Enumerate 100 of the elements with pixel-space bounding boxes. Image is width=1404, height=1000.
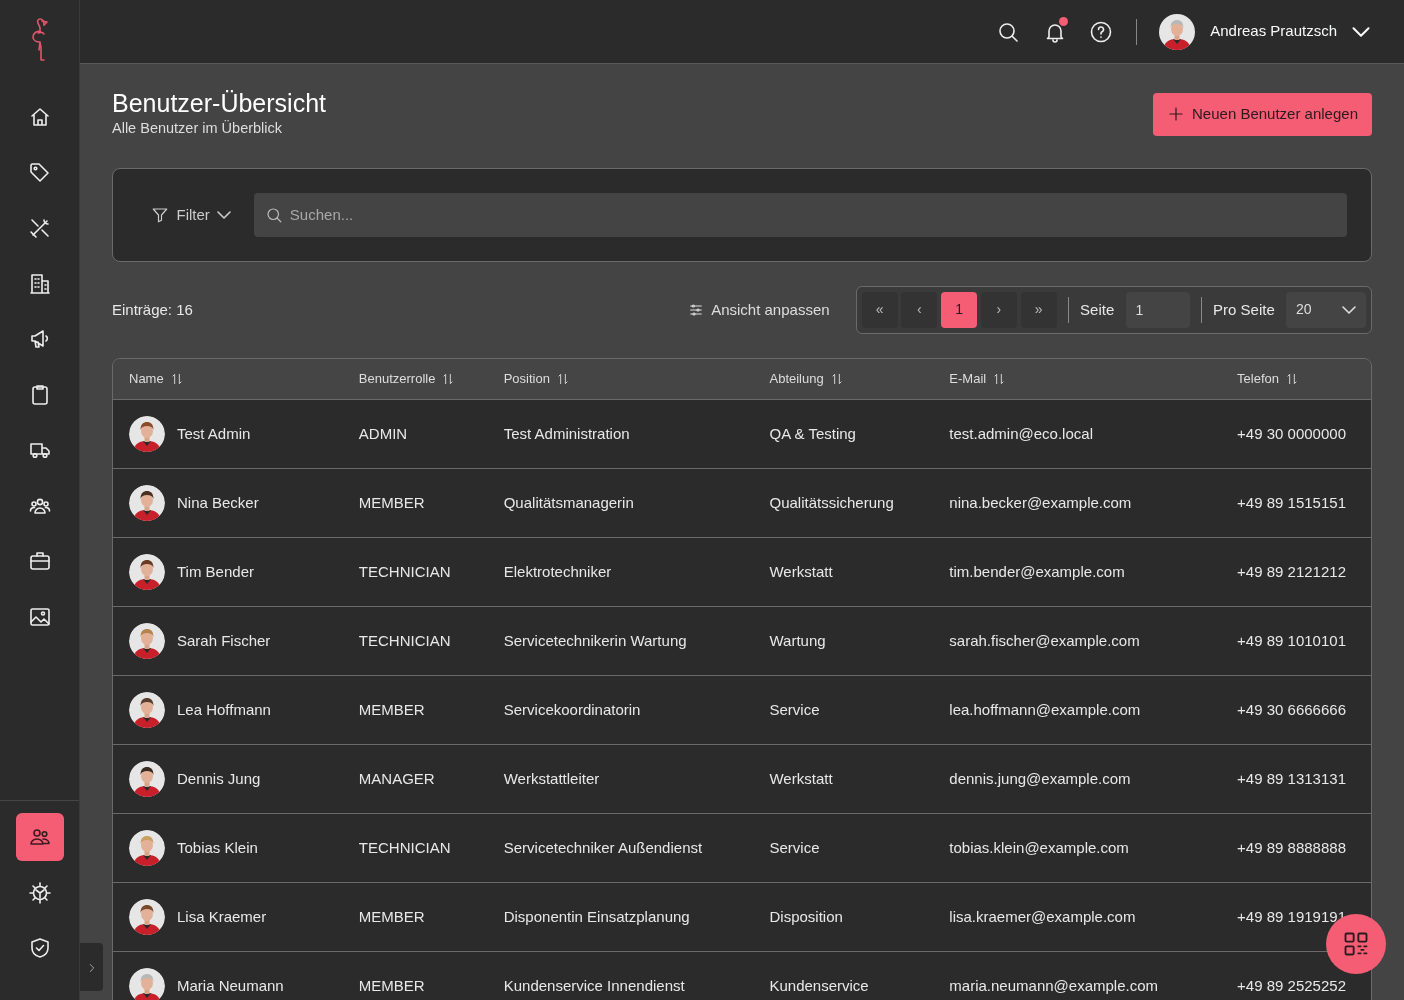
page-input[interactable]: 1 xyxy=(1125,291,1190,328)
user-role: MEMBER xyxy=(357,699,426,720)
user-department: Disposition xyxy=(768,906,844,927)
user-name: Tim Bender xyxy=(177,561,254,582)
page-button[interactable]: » xyxy=(1020,291,1057,328)
table-row[interactable]: Maria Neumann MEMBER Kundenservice Innendienst Kundenservice maria.neumann@example.com +49 89 2525252 xyxy=(113,951,1371,1000)
page-label: Seite xyxy=(1080,299,1115,320)
tag-icon xyxy=(27,160,52,185)
per-page-select[interactable]: 20 xyxy=(1286,291,1366,328)
table-row[interactable]: Tim Bender TECHNICIAN Elektrotechniker Werkstatt tim.bender@example.com +49 89 2121212 xyxy=(113,537,1371,607)
page-button[interactable]: « xyxy=(861,291,898,328)
user-name: Lea Hoffmann xyxy=(177,699,271,720)
sort-icon xyxy=(555,371,570,386)
user-phone: +49 89 2525252 xyxy=(1236,975,1347,996)
briefcase-icon xyxy=(27,549,52,573)
help-icon xyxy=(1089,19,1114,44)
user-phone: +49 89 8888888 xyxy=(1236,837,1347,858)
settings-icon xyxy=(27,880,52,905)
user-name: Dennis Jung xyxy=(177,768,261,789)
sliders-icon xyxy=(687,301,704,318)
customize-view-button[interactable]: Ansicht anpassen xyxy=(687,298,830,321)
user-position: Werkstattleiter xyxy=(502,768,601,789)
user-email: tobias.klein@example.com xyxy=(948,837,1130,858)
filter-icon xyxy=(151,205,169,224)
column-header[interactable]: Abteilung xyxy=(753,369,934,389)
user-department: Wartung xyxy=(768,630,827,651)
page-button[interactable]: ‹ xyxy=(901,291,938,328)
table-row[interactable]: Test Admin ADMIN Test Administration QA & Testing test.admin@eco.local +49 30 0000000 xyxy=(113,399,1371,469)
user-menu[interactable]: Andreas Prautzsch xyxy=(1159,13,1370,50)
new-user-button[interactable]: Neuen Benutzer anlegen xyxy=(1152,93,1372,136)
column-header[interactable]: Name xyxy=(113,369,343,389)
user-name: Nina Becker xyxy=(177,492,259,513)
column-header[interactable]: Benutzerrolle xyxy=(342,369,488,389)
user-phone: +49 89 1010101 xyxy=(1236,630,1347,651)
user-name: Test Admin xyxy=(177,423,251,444)
search-icon xyxy=(264,205,283,224)
user-department: Service xyxy=(768,837,821,858)
user-email: sarah.fischer@example.com xyxy=(948,630,1141,651)
user-name: Lisa Kraemer xyxy=(177,906,267,927)
user-phone: +49 89 1515151 xyxy=(1236,492,1347,513)
sort-icon xyxy=(829,371,844,386)
user-position: Elektrotechniker xyxy=(502,561,613,582)
qr-code-icon xyxy=(1342,930,1370,958)
user-name: Tobias Klein xyxy=(177,837,258,858)
building-icon xyxy=(27,271,52,296)
user-phone: +49 89 1313131 xyxy=(1236,768,1347,789)
user-role: MANAGER xyxy=(357,768,436,789)
filter-button[interactable]: Filter xyxy=(151,203,232,226)
user-position: Disponentin Einsatzplanung xyxy=(502,906,691,927)
sidebar-item[interactable] xyxy=(15,813,64,861)
table-row[interactable]: Dennis Jung MANAGER Werkstattleiter Werkstatt dennis.jung@example.com +49 89 1313131 xyxy=(113,744,1371,814)
page-title: Benutzer-Übersicht xyxy=(112,88,326,118)
user-role: MEMBER xyxy=(357,492,426,513)
search-field[interactable]: Suchen... xyxy=(253,192,1347,237)
user-email: lisa.kraemer@example.com xyxy=(948,906,1137,927)
sort-icon xyxy=(169,371,184,386)
user-department: Kundenservice xyxy=(768,975,870,996)
user-email: maria.neumann@example.com xyxy=(948,975,1159,996)
user-phone: +49 30 6666666 xyxy=(1236,699,1347,720)
user-role: TECHNICIAN xyxy=(357,630,452,651)
user-position: Servicetechnikerin Wartung xyxy=(502,630,688,651)
column-header[interactable]: Telefon xyxy=(1221,369,1371,389)
sort-icon xyxy=(441,371,456,386)
user-role: MEMBER xyxy=(357,906,426,927)
user-position: Kundenservice Innendienst xyxy=(502,975,686,996)
user-position: Servicetechniker Außendienst xyxy=(502,837,704,858)
page-button[interactable]: › xyxy=(980,291,1017,328)
user-role: ADMIN xyxy=(357,423,409,444)
user-role: TECHNICIAN xyxy=(357,837,452,858)
user-phone: +49 89 2121212 xyxy=(1236,561,1347,582)
user-department: Werkstatt xyxy=(768,561,834,582)
help-button[interactable] xyxy=(1089,19,1114,44)
sort-icon xyxy=(1285,371,1300,386)
table-row[interactable]: Tobias Klein TECHNICIAN Servicetechniker Außendienst Service tobias.klein@example.com +49 89 8888888 xyxy=(113,813,1371,883)
page-subtitle: Alle Benutzer im Überblick xyxy=(112,119,284,138)
per-page-label: Pro Seite xyxy=(1213,299,1275,320)
column-header[interactable]: Position xyxy=(487,369,754,389)
user-email: lea.hoffmann@example.com xyxy=(948,699,1142,720)
caret-icon xyxy=(1352,26,1370,37)
user-phone: +49 30 0000000 xyxy=(1236,423,1347,444)
entries-count: Einträge: 16 xyxy=(112,299,193,320)
user-position: Test Administration xyxy=(502,423,631,444)
user-department: Service xyxy=(768,699,821,720)
table-row[interactable]: Lea Hoffmann MEMBER Servicekoordinatorin Service lea.hoffmann@example.com +49 30 6666666 xyxy=(113,675,1371,745)
column-header[interactable]: E-Mail xyxy=(933,369,1222,389)
user-role: MEMBER xyxy=(357,975,426,996)
user-position: Servicekoordinatorin xyxy=(502,699,642,720)
page-button[interactable]: 1 xyxy=(941,291,978,328)
user-email: dennis.jung@example.com xyxy=(948,768,1132,789)
user-department: QA & Testing xyxy=(768,423,857,444)
user-department: Werkstatt xyxy=(768,768,834,789)
user-role: TECHNICIAN xyxy=(357,561,452,582)
tools-icon xyxy=(27,216,52,240)
user-name: Maria Neumann xyxy=(177,975,284,996)
table-row[interactable]: Sarah Fischer TECHNICIAN Servicetechnikerin Wartung Wartung sarah.fischer@example.com +49 89 1010101 xyxy=(113,606,1371,676)
sort-icon xyxy=(992,371,1007,386)
user-email: nina.becker@example.com xyxy=(948,492,1133,513)
user-department: Qualitätssicherung xyxy=(768,492,895,513)
caret-icon xyxy=(217,210,232,219)
table-row[interactable]: Nina Becker MEMBER Qualitätsmanagerin Qualitätssicherung nina.becker@example.com +49 89 1515151 xyxy=(113,468,1371,538)
